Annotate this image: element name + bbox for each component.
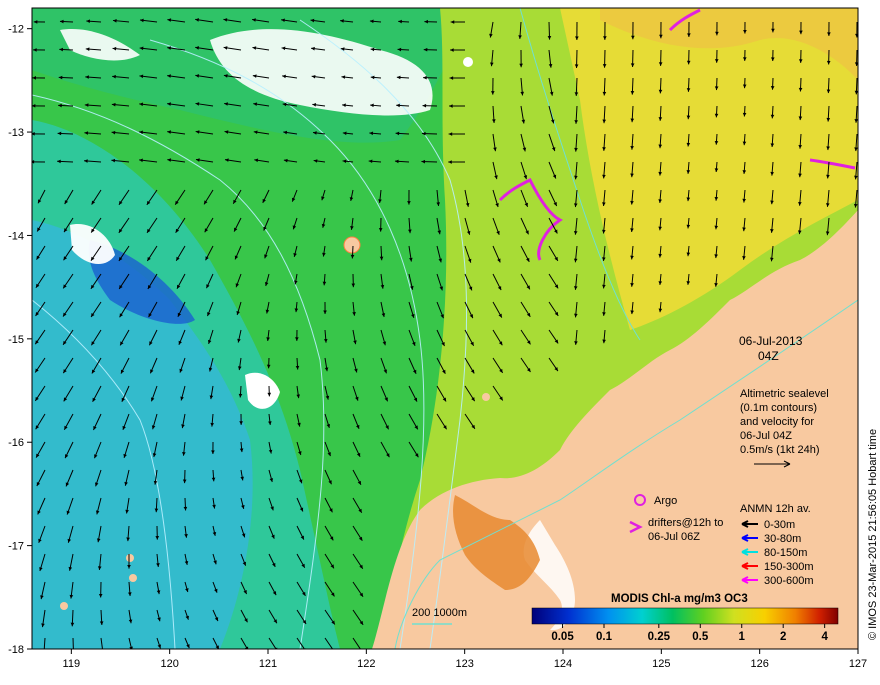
- x-tick-label: 120: [160, 658, 178, 670]
- isobath-legend-label: 200 1000m: [412, 607, 467, 619]
- colorbar-tick-label: 2: [780, 631, 786, 643]
- x-tick-label: 124: [554, 658, 572, 670]
- x-axis: 119 120 121 122 123 124 125 126 127: [63, 649, 868, 670]
- map-figure: 119120121122123124125126127 -12-13-14-15…: [0, 0, 880, 680]
- velocity-arrowhead: [42, 651, 46, 655]
- island-1: [344, 237, 360, 253]
- map-svg: 119120121122123124125126127 -12-13-14-15…: [0, 0, 880, 680]
- desc-line-2: (0.1m contours): [740, 402, 817, 414]
- y-tick-label: -15: [8, 334, 24, 346]
- drifters-label-1: drifters@12h to: [648, 517, 723, 529]
- island-6: [126, 554, 134, 562]
- map-time: 04Z: [758, 349, 779, 363]
- y-tick-label: -18: [8, 644, 24, 656]
- anmn-legend-label: 30-80m: [764, 533, 801, 545]
- colorbar-gradient: [532, 608, 838, 624]
- y-tick-label: -12: [8, 24, 24, 36]
- island-5: [60, 602, 68, 610]
- desc-line-4: 06-Jul 04Z: [740, 430, 792, 442]
- x-tick-label: 125: [652, 658, 670, 670]
- x-tick-label: 123: [455, 658, 473, 670]
- x-tick-label: 126: [750, 658, 768, 670]
- colorbar-tick-label: 4: [821, 631, 828, 643]
- colorbar-tick-label: 0.25: [648, 631, 671, 643]
- y-tick-label: -17: [8, 541, 24, 553]
- colorbar-tick-label: 1: [739, 631, 746, 643]
- map-date: 06-Jul-2013: [739, 334, 803, 348]
- drifters-label-2: 06-Jul 06Z: [648, 531, 700, 543]
- anmn-legend-label: 0-30m: [764, 519, 795, 531]
- y-tick-label: -16: [8, 437, 24, 449]
- velocity-scale-label: 0.5m/s (1kt 24h): [740, 444, 819, 456]
- x-tick-label: 119: [63, 658, 81, 670]
- anmn-legend-label: 150-300m: [764, 561, 814, 573]
- desc-line-1: Altimetric sealevel: [740, 388, 829, 400]
- velocity-arrowhead: [360, 649, 363, 653]
- x-tick-label: 127: [849, 658, 867, 670]
- island-3: [482, 393, 490, 401]
- colorbar-title: MODIS Chl-a mg/m3 OC3: [611, 593, 748, 605]
- map-plot-area: [31, 8, 859, 655]
- y-tick-label: -13: [8, 127, 24, 139]
- y-tick-label: -14: [8, 230, 24, 242]
- colorbar-tick-label: 0.1: [596, 631, 613, 643]
- credit-text: © IMOS 23-Mar-2015 21:56:05 Hobart time: [867, 429, 879, 640]
- anmn-legend-label: 300-600m: [764, 575, 814, 587]
- anmn-title: ANMN 12h av.: [740, 503, 811, 515]
- x-tick-label: 121: [259, 658, 277, 670]
- argo-label: Argo: [654, 495, 677, 507]
- anmn-legend-label: 80-150m: [764, 547, 807, 559]
- colorbar-tick-label: 0.5: [692, 631, 709, 643]
- colorbar-tick-label: 0.05: [551, 631, 574, 643]
- desc-line-3: and velocity for: [740, 416, 814, 428]
- y-axis: -12 -13 -14 -15 -16 -17 -18: [8, 24, 32, 656]
- velocity-arrowhead: [72, 650, 76, 654]
- island-2: [463, 57, 473, 67]
- x-tick-label: 122: [357, 658, 375, 670]
- velocity-arrow: [73, 638, 74, 654]
- island-4: [129, 574, 137, 582]
